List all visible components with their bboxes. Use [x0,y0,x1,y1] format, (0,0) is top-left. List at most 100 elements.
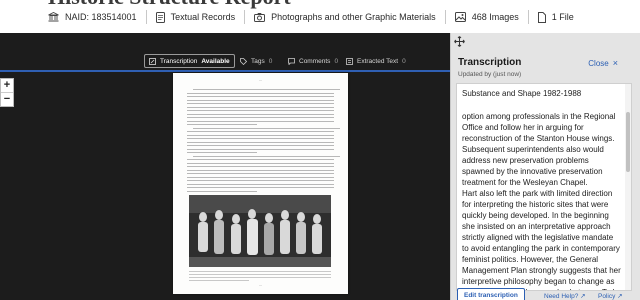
record-type-label: Textual Records [170,12,236,22]
page-text-line [187,148,334,150]
record-meta: NAID: 183514001 Textual Records Photogra… [48,10,574,24]
category-label: Photographs and other Graphic Materials [271,12,436,22]
panel-footer: Edit transcription Need Help? ↗ Policy ↗ [451,285,640,300]
tab-transcription-label: Transcription [160,57,198,65]
files-item: 1 File [537,11,574,23]
tab-transcription[interactable]: Transcription Available [144,54,235,68]
tags-count: 0 [268,57,273,65]
file-icon [537,11,546,23]
page-text-line [187,183,334,185]
transcription-heading: Substance and Shape 1982-1988 [462,89,582,98]
close-icon: × [612,58,618,68]
page-text-line [187,176,334,178]
page-text-line [187,117,334,118]
record-header: Historic Structure Report NAID: 18351400… [0,0,640,33]
drag-handle-icon[interactable] [454,36,465,47]
page-text-line [187,92,334,94]
image-icon [454,12,466,22]
images-count-label: 468 Images [471,12,519,22]
page-photograph [189,195,331,267]
divider [145,10,147,24]
page-text-line [187,106,334,108]
zoom-out-button[interactable]: − [1,92,13,106]
tab-comments-label: Comments [299,57,331,65]
external-link-icon: ↗ [617,293,623,300]
scrollbar-thumb[interactable] [626,112,630,172]
images-item: 468 Images [454,12,519,22]
close-label: Close [588,58,609,68]
page-text-line [187,96,334,97]
page-text-line [187,162,334,164]
caption-line [189,274,331,275]
page-text-line [187,173,334,174]
category-item: Photographs and other Graphic Materials [254,12,436,22]
panel-title: Transcription [458,57,522,68]
page-running-header: — [259,78,262,82]
comments-count: 0 [334,57,339,65]
page-text-line [187,169,334,171]
caption-line [189,280,249,281]
record-type-item: Textual Records [155,11,236,23]
tab-extracted-text-label: Extracted Text [357,57,399,65]
tab-comments[interactable]: Comments 0 [284,54,342,68]
document-icon [155,11,165,23]
edit-transcription-button[interactable]: Edit transcription [457,288,525,300]
page-text-line [187,190,257,192]
transcription-panel: Transcription Close × Updated by (just n… [450,33,640,300]
page-text-line [187,113,334,115]
extracted-text-icon [346,57,353,65]
need-help-label: Need Help? [544,293,579,300]
policy-link[interactable]: Policy ↗ [598,292,623,300]
camera-icon [254,12,266,22]
transcription-paragraph: Hart also left the park with limited dir… [462,189,622,290]
transcription-paragraph: option among professionals in the Region… [462,112,616,187]
page-text-line [187,166,334,167]
tab-tags[interactable]: Tags 0 [236,54,276,68]
page-text-line [187,141,334,143]
page-text-line [187,110,334,111]
files-count-label: 1 File [551,12,574,22]
page-text-line [193,127,340,129]
extracted-count: 0 [402,57,406,65]
building-icon [48,12,59,22]
page-text-line [187,145,334,146]
divider [244,10,246,24]
caption-line [189,271,331,272]
transcription-status: Available [201,57,230,65]
external-link-icon: ↗ [580,293,586,300]
active-indicator [0,70,450,72]
zoom-in-button[interactable]: + [1,79,13,92]
updated-status: Updated by (just now) [458,71,522,78]
page-text-line [187,120,334,122]
page-number: — [259,283,262,287]
page-text-line [187,187,334,188]
page-text-line [187,99,334,101]
page-text-line [187,134,334,136]
transcription-text-area[interactable]: Substance and Shape 1982-1988 option amo… [456,83,632,291]
need-help-link[interactable]: Need Help? ↗ [544,292,586,300]
zoom-controls: + − [0,78,14,107]
scrollbar[interactable] [625,84,631,290]
document-viewer: Transcription Available Tags 0 Comments … [0,33,450,300]
page-text-line [187,180,334,181]
naid-label: NAID: 183514001 [65,12,137,22]
caption-line [189,277,331,278]
page-text-line [187,131,334,132]
comment-icon [288,57,295,65]
tag-icon [240,57,247,65]
naid-item: NAID: 183514001 [48,12,137,22]
divider [444,10,446,24]
photograph-figures [189,195,331,267]
page-title: Historic Structure Report [48,0,291,8]
policy-label: Policy [598,293,616,300]
page-text-line [187,159,334,160]
page-text-line [193,89,340,90]
page-text-line [187,103,334,104]
document-page-image[interactable]: — — [173,73,348,294]
close-button[interactable]: Close × [588,58,618,68]
edit-icon [149,57,156,65]
tab-extracted-text[interactable]: Extracted Text 0 [342,54,410,68]
page-text-line [187,138,334,139]
divider [527,10,529,24]
viewer-tabs: Transcription Available Tags 0 Comments … [0,53,450,70]
